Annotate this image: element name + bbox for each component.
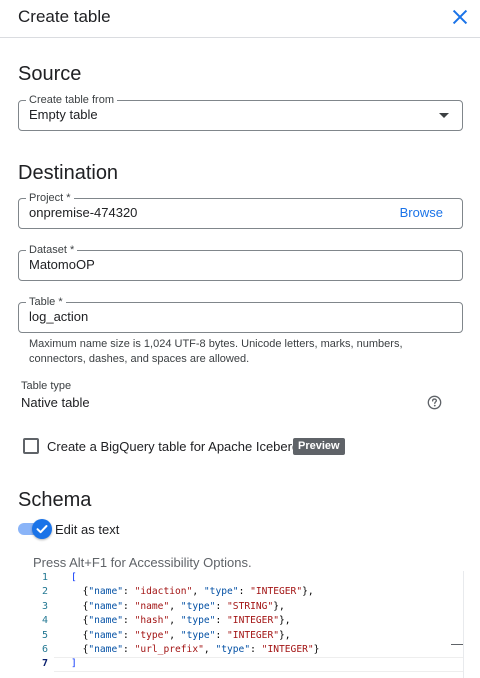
code-line-7: ]: [71, 657, 77, 671]
project-value: onpremise-474320: [29, 205, 138, 220]
project-field[interactable]: Project * onpremise-474320 Browse: [18, 191, 463, 229]
editor-gutter: 1 2 3 4 5 6 7: [18, 571, 54, 678]
code-line-4: {"name": "hash", "type": "INTEGER"},: [82, 615, 291, 627]
json-close-bracket: ]: [71, 658, 77, 670]
code-line-1: [: [71, 571, 77, 585]
check-icon: [36, 525, 48, 534]
dropdown-arrow-icon: [439, 113, 449, 118]
field-name: name: [140, 600, 164, 612]
field-type: INTEGER: [232, 629, 274, 641]
dataset-field[interactable]: Dataset * MatomoOP: [18, 243, 463, 281]
field-name: type: [140, 629, 164, 641]
table-type-label: Table type: [21, 380, 72, 392]
line-number: 6: [41, 644, 48, 655]
iceberg-checkbox-label[interactable]: Create a BigQuery table for Apache Icebe…: [47, 439, 299, 454]
code-line-3: {"name": "name", "type": "STRING"},: [82, 600, 285, 612]
table-type-value: Native table: [21, 395, 90, 410]
line-number: 1: [41, 572, 48, 583]
field-name: hash: [140, 615, 164, 627]
create-from-label: Create table from: [26, 93, 117, 107]
table-name-field[interactable]: Table * log_action: [18, 295, 463, 333]
field-type: STRING: [232, 600, 268, 612]
preview-badge: Preview: [293, 438, 345, 455]
table-name-label: Table *: [26, 295, 66, 309]
dialog-title: Create table: [18, 7, 111, 26]
field-name: url_prefix: [140, 644, 199, 655]
dialog-header: Create table: [0, 0, 480, 38]
field-type: INTEGER: [232, 615, 274, 627]
code-line-2: {"name": "idaction", "type": "INTEGER"},: [82, 586, 314, 598]
schema-section-title: Schema: [18, 489, 92, 511]
schema-text-editor[interactable]: 1 2 3 4 5 6 7 [ {"name": "idaction", "ty…: [18, 571, 464, 678]
code-line-6: {"name": "url_prefix", "type": "INTEGER"…: [82, 644, 320, 655]
create-from-select[interactable]: Create table from Empty table: [18, 93, 463, 131]
dataset-value: MatomoOP: [29, 257, 95, 272]
line-number: 5: [41, 629, 48, 641]
destination-section-title: Destination: [18, 162, 119, 184]
json-open-bracket: [: [71, 572, 77, 583]
line-number-current: 7: [41, 658, 48, 670]
field-type: INTEGER: [255, 586, 297, 598]
line-number: 2: [41, 586, 48, 598]
source-section-title: Source: [18, 63, 82, 85]
create-from-value: Empty table: [29, 107, 98, 122]
line-number: 3: [41, 600, 48, 612]
accessibility-hint: Press Alt+F1 for Accessibility Options.: [33, 555, 252, 570]
toggle-thumb: [32, 519, 52, 539]
close-icon[interactable]: [449, 6, 471, 28]
line-number: 4: [41, 615, 48, 627]
table-name-value: log_action: [29, 309, 89, 324]
edit-as-text-toggle[interactable]: [18, 519, 52, 539]
field-type: INTEGER: [267, 644, 308, 655]
browse-button[interactable]: Browse: [400, 205, 443, 220]
code-line-5: {"name": "type", "type": "INTEGER"},: [82, 629, 291, 641]
project-label: Project *: [26, 191, 74, 205]
current-line-highlight: [54, 657, 463, 672]
dataset-label: Dataset *: [26, 243, 78, 257]
overview-ruler-mark: [451, 644, 463, 645]
edit-as-text-label[interactable]: Edit as text: [55, 522, 119, 537]
iceberg-checkbox[interactable]: [23, 438, 39, 454]
help-icon[interactable]: [427, 395, 442, 410]
table-name-hint: Maximum name size is 1,024 UTF-8 bytes. …: [29, 338, 403, 365]
field-name: idaction: [140, 586, 187, 598]
